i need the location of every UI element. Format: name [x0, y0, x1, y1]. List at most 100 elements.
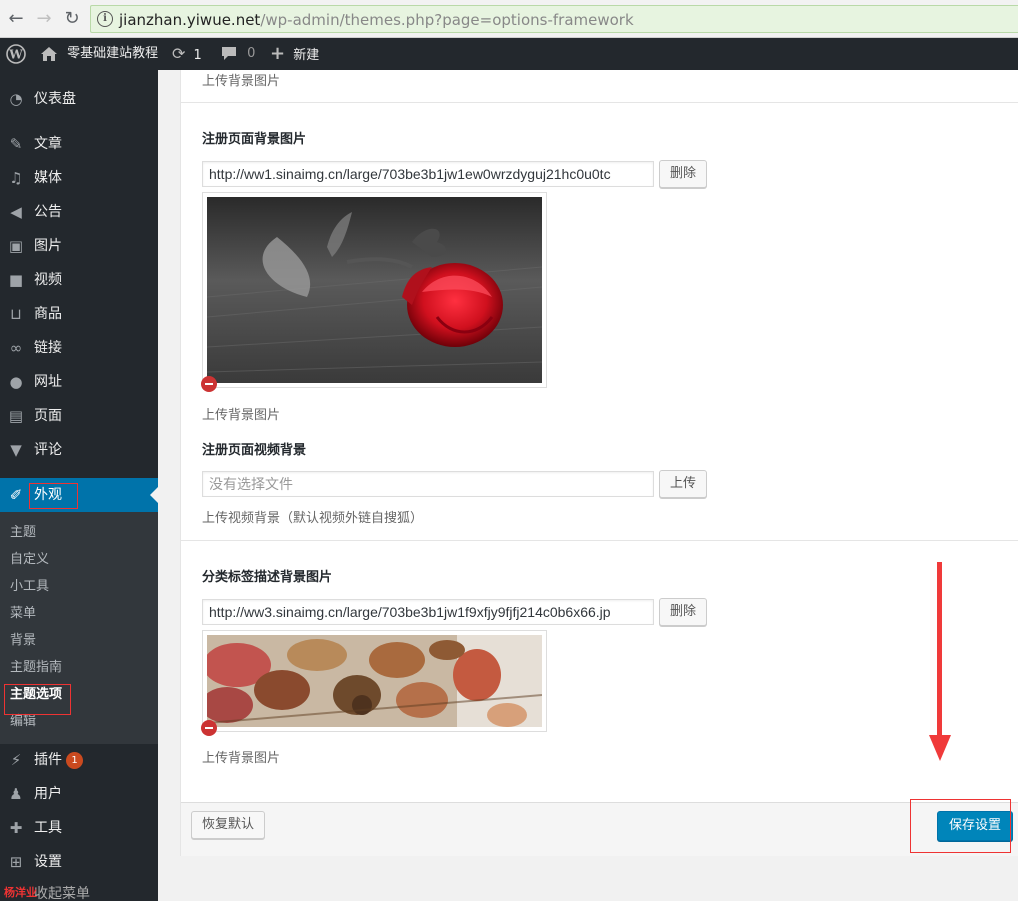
section-divider — [181, 102, 1018, 103]
category-bg-remove-button[interactable]: 删除 — [659, 598, 708, 626]
collapse-menu-label: 收起菜单 — [34, 886, 90, 901]
forward-icon[interactable]: → — [33, 8, 55, 30]
submenu-customize[interactable]: 自定义 — [10, 550, 49, 570]
dashboard-icon: ◔ — [9, 90, 23, 108]
annotation-arrow-head — [929, 735, 951, 761]
browser-toolbar: ← → ↻ i jianzhan.yiwue.net/wp-admin/them… — [0, 0, 1018, 38]
menu-item-tools[interactable]: ✚ 工具 — [0, 811, 158, 845]
menu-label: 网址 — [34, 374, 62, 390]
menu-label: 视频 — [34, 272, 62, 288]
menu-item-users[interactable]: ♟ 用户 — [0, 777, 158, 811]
globe-icon: ● — [9, 373, 23, 391]
menu-item-video[interactable]: ■ 视频 — [0, 263, 158, 297]
submenu-widgets[interactable]: 小工具 — [10, 577, 49, 597]
highlight-box-theme-options — [4, 684, 71, 715]
menu-item-links[interactable]: ∞ 链接 — [0, 331, 158, 365]
register-bg-description: 上传背景图片 — [202, 408, 281, 423]
watermark-stamp: 杨洋业 — [4, 886, 37, 899]
svg-text:W: W — [8, 47, 23, 61]
updates-count: 1 — [193, 48, 202, 63]
video-icon: ■ — [8, 271, 24, 289]
register-bg-url-input[interactable]: http://ww1.sinaimg.cn/large/703be3b1jw1e… — [202, 161, 654, 187]
plugins-label: 插件 — [34, 752, 62, 768]
admin-bar: W 零基础建站教程 ⟳ 1 0 + 新建 — [0, 38, 1018, 70]
menu-item-dashboard[interactable]: ◔ 仪表盘 — [0, 82, 158, 116]
category-bg-remove-icon[interactable] — [201, 720, 217, 736]
submenu-menus[interactable]: 菜单 — [10, 604, 36, 624]
home-icon — [41, 46, 57, 61]
updates-link[interactable]: ⟳ 1 — [172, 38, 202, 70]
register-video-file-input[interactable]: 没有选择文件 — [202, 471, 654, 497]
menu-item-notice[interactable]: ◀ 公告 — [0, 195, 158, 229]
plugin-icon: ⚡ — [10, 751, 22, 769]
site-name: 零基础建站教程 — [67, 46, 159, 61]
new-label: 新建 — [293, 48, 320, 63]
comments-count: 0 — [247, 46, 256, 61]
link-icon: ∞ — [9, 339, 23, 357]
wrench-icon: ✚ — [9, 819, 23, 837]
category-bg-url-input[interactable]: http://ww3.sinaimg.cn/large/703be3b1jw1f… — [202, 599, 654, 625]
menu-item-media[interactable]: ♫ 媒体 — [0, 161, 158, 195]
submenu-themes[interactable]: 主题 — [10, 523, 36, 543]
register-video-upload-button[interactable]: 上传 — [659, 470, 708, 498]
register-bg-remove-button[interactable]: 删除 — [659, 160, 708, 188]
image-icon: ▣ — [8, 237, 24, 255]
wordpress-logo-icon[interactable]: W — [6, 38, 26, 70]
leaves-image — [201, 635, 543, 727]
category-bg-preview — [201, 630, 547, 732]
highlight-box-appearance — [29, 483, 78, 509]
reload-icon[interactable]: ↻ — [61, 8, 83, 30]
menu-label: 评论 — [34, 442, 62, 458]
menu-item-pages[interactable]: ▤ 页面 — [0, 399, 158, 433]
info-icon[interactable]: i — [97, 11, 113, 27]
pin-icon: ✎ — [9, 135, 23, 153]
plus-icon: + — [270, 43, 286, 64]
register-video-description: 上传视频背景（默认视频外链自搜狐） — [202, 511, 424, 526]
menu-label: 链接 — [34, 340, 62, 356]
plugins-update-badge: 1 — [66, 752, 83, 769]
comments-link[interactable]: 0 — [221, 38, 255, 70]
comment-bubble-icon — [222, 47, 236, 60]
menu-item-settings[interactable]: ⊞ 设置 — [0, 845, 158, 879]
menu-label: 插件 1 — [34, 743, 83, 777]
url-host: jianzhan.yiwue.net — [119, 11, 261, 29]
brush-icon: ✐ — [9, 486, 23, 504]
register-bg-preview — [202, 192, 547, 388]
menu-label: 文章 — [34, 136, 62, 152]
cart-icon: ⊔ — [10, 305, 22, 323]
appearance-submenu: 主题 自定义 小工具 菜单 背景 主题指南 主题选项 编辑 — [0, 512, 158, 744]
menu-label: 用户 — [34, 786, 62, 802]
menu-item-posts[interactable]: ✎ 文章 — [0, 127, 158, 161]
top-field-description: 上传背景图片 — [202, 74, 281, 89]
menu-item-products[interactable]: ⊔ 商品 — [0, 297, 158, 331]
media-icon: ♫ — [9, 169, 23, 187]
menu-item-sites[interactable]: ● 网址 — [0, 365, 158, 399]
menu-label: 商品 — [34, 306, 62, 322]
menu-item-appearance[interactable]: ✐ 外观 — [0, 478, 158, 512]
register-bg-remove-icon[interactable] — [201, 376, 217, 392]
menu-label: 工具 — [34, 820, 62, 836]
url-text[interactable]: jianzhan.yiwue.net/wp-admin/themes.php?p… — [119, 11, 634, 29]
menu-label: 页面 — [34, 408, 62, 424]
site-name-link[interactable]: 零基础建站教程 — [40, 38, 158, 70]
rose-image — [206, 197, 543, 383]
theme-options-panel: 上传背景图片 注册页面背景图片 http://ww1.sinaimg.cn/la… — [180, 70, 1018, 856]
submenu-theme-guide[interactable]: 主题指南 — [10, 658, 62, 678]
back-icon[interactable]: ← — [5, 8, 27, 30]
user-icon: ♟ — [9, 785, 23, 803]
register-bg-label: 注册页面背景图片 — [202, 132, 307, 147]
submenu-background[interactable]: 背景 — [10, 631, 36, 651]
menu-label: 仪表盘 — [34, 91, 76, 107]
new-content-link[interactable]: + 新建 — [270, 38, 319, 70]
submenu-editor[interactable]: 编辑 — [10, 712, 36, 732]
menu-item-images[interactable]: ▣ 图片 — [0, 229, 158, 263]
reset-defaults-button[interactable]: 恢复默认 — [191, 811, 266, 839]
options-footer: 恢复默认 保存设置 — [181, 802, 1018, 856]
admin-menu: ◔ 仪表盘 ✎ 文章 ♫ 媒体 ◀ 公告 ▣ 图片 ■ 视频 ⊔ 商品 ∞ 链接… — [0, 70, 158, 901]
highlight-box-save-settings — [910, 799, 1011, 853]
address-bar[interactable]: i jianzhan.yiwue.net/wp-admin/themes.php… — [90, 5, 1018, 33]
page-icon: ▤ — [8, 407, 24, 425]
menu-item-comments[interactable]: ▼ 评论 — [0, 433, 158, 467]
comment-icon: ▼ — [10, 441, 22, 459]
menu-item-plugins[interactable]: ⚡ 插件 1 — [0, 743, 158, 777]
